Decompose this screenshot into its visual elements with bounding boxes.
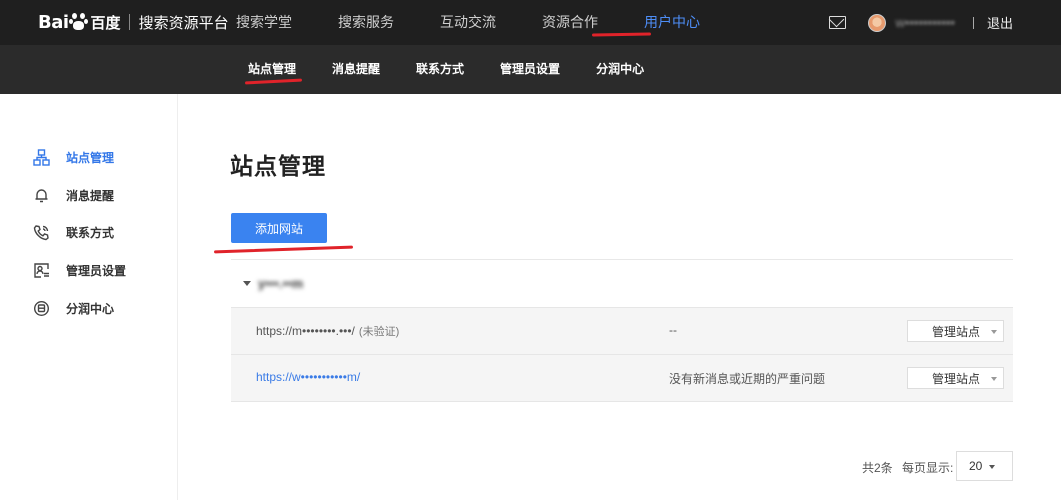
annotation-underline	[213, 245, 354, 254]
bell-icon	[33, 187, 50, 204]
table-row: https://w•••••••••••m/ 没有新消息或近期的严重问题 管理站…	[231, 354, 1013, 401]
top-nav-item-services[interactable]: 搜索服务	[338, 0, 394, 45]
sidebar-item-admin-settings[interactable]: 管理员设置	[33, 260, 126, 280]
site-group-header[interactable]: y•••.••m	[243, 276, 303, 291]
mail-icon[interactable]	[828, 16, 846, 29]
caret-down-icon[interactable]	[243, 281, 251, 286]
sidebar-item-label: 管理员设置	[66, 263, 127, 278]
sub-nav-item-revenue[interactable]: 分润中心	[596, 45, 644, 94]
top-nav-item-community[interactable]: 互动交流	[440, 0, 496, 45]
top-bar: Bai 百度 搜索资源平台 搜索学堂 搜索服务 互动交流 资源合作 用户中心 w…	[0, 0, 1061, 45]
top-nav-item-partnership[interactable]: 资源合作	[542, 0, 598, 45]
divider	[231, 259, 1013, 260]
platform-name: 搜索资源平台	[138, 14, 229, 32]
revenue-icon	[33, 300, 50, 317]
sidebar-item-messages[interactable]: 消息提醒	[33, 185, 114, 205]
sidebar-item-site-management[interactable]: 站点管理	[33, 147, 114, 167]
phone-icon	[33, 224, 50, 241]
verify-status: (未验证)	[358, 326, 400, 338]
username[interactable]: w•••••••••••	[896, 15, 955, 30]
sub-nav: 站点管理 消息提醒 联系方式 管理员设置 分润中心	[248, 45, 680, 94]
sidebar-item-revenue[interactable]: 分润中心	[33, 298, 114, 318]
logout-link[interactable]: 退出	[987, 13, 1013, 32]
header-divider	[972, 16, 974, 29]
per-page-label: 每页显示:	[902, 461, 954, 475]
admin-card-icon	[33, 262, 50, 279]
total-count: 共2条	[862, 461, 893, 475]
sidebar-item-label: 联系方式	[66, 225, 115, 240]
divider	[231, 401, 1013, 402]
logo-text: Bai	[38, 11, 69, 33]
site-url-link[interactable]: https://w•••••••••••m/	[256, 370, 360, 384]
sub-nav-item-contact[interactable]: 联系方式	[416, 45, 464, 94]
sub-nav-item-site-management[interactable]: 站点管理	[248, 45, 296, 94]
add-site-button[interactable]: 添加网站	[231, 213, 327, 243]
sidebar-item-label: 消息提醒	[66, 188, 115, 203]
sitemap-icon	[33, 148, 50, 166]
sidebar-item-label: 分润中心	[66, 301, 115, 316]
pagination-info: 共2条 每页显示:	[862, 459, 953, 476]
site-message: 没有新消息或近期的严重问题	[669, 372, 826, 386]
logo-divider	[128, 14, 130, 30]
sub-nav-item-messages[interactable]: 消息提醒	[332, 45, 380, 94]
top-nav-item-user-center[interactable]: 用户中心	[644, 0, 700, 45]
sidebar-item-label: 站点管理	[66, 150, 115, 165]
manage-site-dropdown[interactable]: 管理站点	[907, 367, 1004, 389]
sidebar: 站点管理 消息提醒 联系方式 管理员设置 分润中心	[0, 94, 178, 500]
sidebar-item-contact[interactable]: 联系方式	[33, 222, 114, 242]
page-title: 站点管理	[230, 153, 326, 179]
top-nav-item-academy[interactable]: 搜索学堂	[236, 0, 292, 45]
table-row: https://m••••••••.•••/(未验证) -- 管理站点	[231, 307, 1013, 354]
site-group-name: y•••.••m	[258, 276, 304, 291]
baidu-logo[interactable]: Bai 百度 搜索资源平台	[38, 8, 229, 36]
user-area: w••••••••••• 退出	[828, 0, 1013, 45]
site-url: https://m••••••••.•••/(未验证)	[256, 324, 400, 338]
page-size-select[interactable]: 20	[956, 451, 1013, 481]
manage-site-dropdown[interactable]: 管理站点	[907, 320, 1004, 342]
sub-nav-bar: 站点管理 消息提醒 联系方式 管理员设置 分润中心	[0, 45, 1061, 94]
top-nav: 搜索学堂 搜索服务 互动交流 资源合作 用户中心	[236, 0, 746, 45]
avatar[interactable]	[867, 13, 886, 32]
site-message: --	[669, 323, 677, 337]
paw-icon	[68, 13, 88, 31]
logo-cn: 百度	[90, 14, 121, 32]
sub-nav-item-admin-settings[interactable]: 管理员设置	[500, 45, 560, 94]
